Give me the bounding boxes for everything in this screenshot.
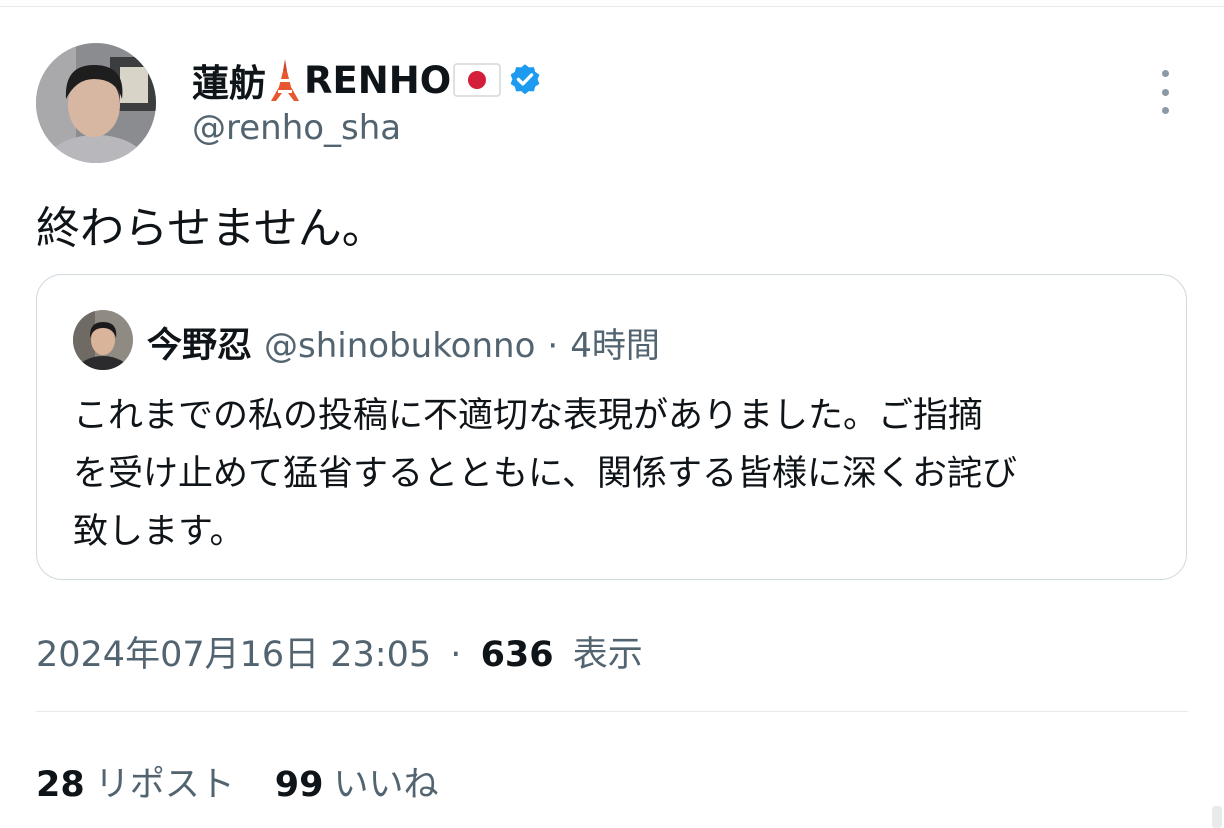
display-name[interactable]: 蓮舫 RENHO bbox=[192, 52, 543, 108]
author-avatar-image bbox=[36, 43, 156, 163]
likes-label[interactable]: いいね bbox=[333, 756, 438, 807]
quoted-timestamp[interactable]: 4時間 bbox=[570, 318, 660, 367]
more-dot bbox=[1161, 88, 1169, 96]
tweet-text: 終わらせません。 bbox=[36, 203, 386, 254]
views-count: 636 bbox=[480, 635, 554, 675]
tokyo-tower-icon bbox=[268, 57, 302, 103]
scrollbar-thumb[interactable] bbox=[1212, 806, 1222, 828]
quoted-text-line: を受け止めて猛省するとともに、関係する皆様に深くお詫び bbox=[73, 454, 1017, 494]
reposts-label[interactable]: リポスト bbox=[95, 756, 235, 807]
reposts-count[interactable]: 28 bbox=[36, 765, 85, 805]
quoted-tweet-card[interactable]: 今野忍 @shinobukonno · 4時間 これまでの私の投稿に不適切な表現… bbox=[36, 274, 1187, 580]
author-avatar[interactable] bbox=[36, 43, 156, 163]
more-options-icon[interactable] bbox=[1150, 70, 1180, 114]
engagement-stats: 28 リポスト 99 いいね bbox=[36, 756, 438, 807]
quoted-tweet-header: 今野忍 @shinobukonno · 4時間 bbox=[147, 317, 660, 368]
tweet-meta: 2024年07月16日 23:05 · 636 表示 bbox=[36, 626, 643, 677]
display-name-latin: RENHO bbox=[304, 58, 452, 102]
japan-flag-icon bbox=[453, 61, 501, 99]
display-name-kanji: 蓮舫 bbox=[192, 62, 266, 105]
quoted-avatar-image bbox=[73, 310, 133, 370]
more-dot bbox=[1161, 70, 1169, 77]
quoted-author-handle[interactable]: @shinobukonno bbox=[264, 326, 535, 366]
author-handle[interactable]: @renho_sha bbox=[192, 108, 401, 148]
likes-count[interactable]: 99 bbox=[275, 765, 324, 805]
quoted-text-line: これまでの私の投稿に不適切な表現がありました。ご指摘 bbox=[73, 396, 984, 436]
quoted-author-name[interactable]: 今野忍 bbox=[147, 317, 252, 368]
quoted-tweet-text: これまでの私の投稿に不適切な表現がありました。ご指摘 を受け止めて猛省するととも… bbox=[73, 387, 1163, 561]
quoted-separator: · bbox=[547, 326, 559, 366]
tweet-datetime[interactable]: 2024年07月16日 23:05 bbox=[36, 635, 431, 675]
meta-separator: · bbox=[450, 635, 462, 675]
stats-divider bbox=[36, 711, 1188, 712]
top-divider bbox=[0, 6, 1224, 7]
views-label: 表示 bbox=[572, 635, 643, 675]
quoted-text-line: 致します。 bbox=[73, 512, 245, 552]
verified-badge-icon[interactable] bbox=[507, 62, 543, 98]
quoted-author-avatar[interactable] bbox=[73, 310, 133, 370]
more-dot bbox=[1161, 107, 1169, 114]
